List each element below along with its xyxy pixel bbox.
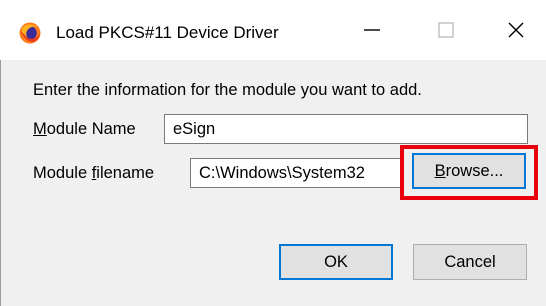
- ok-button[interactable]: OK: [279, 244, 393, 280]
- highlight-box: [400, 145, 538, 200]
- firefox-icon: [19, 22, 41, 44]
- module-name-label-rest: odule Name: [46, 120, 136, 138]
- module-name-mnemonic: M: [33, 120, 47, 138]
- module-filename-label: Module filename: [33, 163, 154, 183]
- module-filename-label-after: ilename: [96, 164, 155, 182]
- title-bar: Load PKCS#11 Device Driver: [0, 0, 546, 60]
- dialog-window: Load PKCS#11 Device Driver Enter the inf…: [0, 0, 546, 306]
- minimize-icon: [362, 20, 382, 45]
- maximize-button: [418, 10, 474, 54]
- maximize-icon: [436, 20, 456, 45]
- module-name-input[interactable]: eSign: [164, 114, 528, 144]
- module-name-label: Module Name: [33, 119, 136, 139]
- module-filename-input[interactable]: C:\Windows\System32: [190, 158, 401, 188]
- close-button[interactable]: [488, 10, 544, 54]
- module-filename-label-before: Module: [33, 164, 92, 182]
- window-title: Load PKCS#11 Device Driver: [56, 23, 279, 42]
- window-border: [0, 60, 1, 306]
- minimize-button[interactable]: [344, 10, 400, 54]
- close-icon: [506, 20, 526, 45]
- cancel-button[interactable]: Cancel: [413, 244, 527, 280]
- intro-text: Enter the information for the module you…: [33, 81, 422, 99]
